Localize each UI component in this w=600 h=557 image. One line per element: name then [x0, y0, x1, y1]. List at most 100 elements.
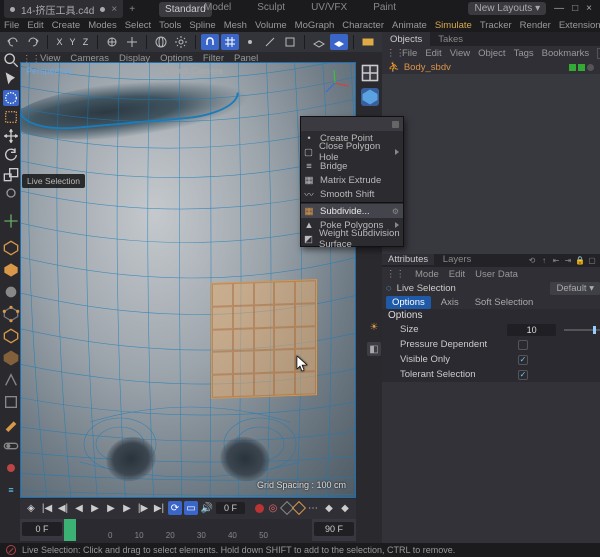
globe-icon[interactable]: [152, 34, 170, 50]
model-mode-icon[interactable]: [3, 262, 19, 278]
tab-options[interactable]: Options: [386, 296, 431, 309]
marker-icon[interactable]: ◈: [24, 501, 38, 515]
prev-frame-icon[interactable]: ◀: [72, 501, 86, 515]
vm-options[interactable]: Options: [160, 53, 193, 64]
recent-tool-icon[interactable]: [3, 185, 19, 201]
close-tab-icon[interactable]: ×: [111, 4, 117, 15]
prev-key-icon[interactable]: ◀|: [56, 501, 70, 515]
attr-lock-icon[interactable]: 🔒: [575, 256, 585, 266]
size-field[interactable]: 10: [507, 324, 556, 336]
range-start-field[interactable]: 0 F: [22, 522, 62, 536]
attr-mode[interactable]: Mode: [415, 269, 439, 280]
fx-icon[interactable]: ≡: [3, 482, 19, 498]
snap-grid-icon[interactable]: [221, 34, 239, 50]
ws-uv[interactable]: UV/VFX: [311, 2, 347, 13]
disable-icon[interactable]: [6, 545, 16, 555]
scale-icon[interactable]: [3, 166, 19, 182]
ws-sculpt[interactable]: Sculpt: [257, 2, 285, 13]
snap-edge-icon[interactable]: [261, 34, 279, 50]
preset-dropdown[interactable]: Default ▾: [550, 282, 600, 295]
vm-cameras[interactable]: Cameras: [70, 53, 109, 64]
ctx-matrix-extrude[interactable]: ▦Matrix Extrude: [301, 173, 403, 187]
ws-paint[interactable]: Paint: [373, 2, 396, 13]
menu-extensions[interactable]: Extensions: [559, 20, 600, 31]
vm-display[interactable]: Display: [119, 53, 150, 64]
texture-mode-icon[interactable]: [3, 284, 19, 300]
ctx-smooth-shift[interactable]: 〰Smooth Shift: [301, 187, 403, 201]
range-end-field[interactable]: 90 F: [314, 522, 354, 536]
cursor-tool-icon[interactable]: [3, 71, 19, 87]
workplane-follow-icon[interactable]: [330, 34, 348, 50]
move-icon[interactable]: [3, 128, 19, 144]
snap-point-icon[interactable]: [241, 34, 259, 50]
toggle-icon[interactable]: [3, 438, 19, 454]
object-name[interactable]: Body_sbdv: [404, 62, 451, 73]
add-tab-button[interactable]: +: [123, 4, 141, 15]
live-selection-icon[interactable]: [3, 90, 19, 106]
rect-select-icon[interactable]: [3, 109, 19, 125]
rotate-icon[interactable]: [3, 147, 19, 163]
attr-nav2-icon[interactable]: ↑: [539, 256, 549, 266]
go-end-icon[interactable]: ▶|: [152, 501, 166, 515]
go-start-icon[interactable]: |◀: [40, 501, 54, 515]
tab-attributes[interactable]: Attributes: [382, 254, 434, 265]
current-frame-field[interactable]: 0 F: [216, 502, 245, 514]
attr-edit[interactable]: Edit: [449, 269, 465, 280]
vm-panel[interactable]: Panel: [234, 53, 258, 64]
menu-tools[interactable]: Tools: [159, 20, 181, 31]
obj-file[interactable]: File: [402, 48, 417, 59]
axis-mode-icon[interactable]: [3, 372, 19, 388]
tolerant-checkbox[interactable]: ✓: [518, 370, 528, 380]
polygon-mode-icon[interactable]: [3, 350, 19, 366]
context-menu-header[interactable]: [301, 117, 403, 131]
play-back-icon[interactable]: ▶: [88, 501, 102, 515]
camera-label[interactable]: Default Camera: [160, 66, 223, 76]
tab-objects[interactable]: Objects: [382, 32, 430, 46]
obj-bookmarks[interactable]: Bookmarks: [542, 48, 590, 59]
brush-icon[interactable]: [3, 416, 19, 432]
snap-misc-icon[interactable]: [281, 34, 299, 50]
ctx-close-hole[interactable]: ▢Close Polygon Hole: [301, 145, 403, 159]
view-layout-icon[interactable]: [361, 64, 379, 82]
window-max[interactable]: □: [572, 3, 578, 14]
play-icon[interactable]: ▶: [104, 501, 118, 515]
vis-editor-dot[interactable]: [569, 64, 576, 71]
axis-z[interactable]: Z: [79, 37, 92, 47]
axis-lock-icon[interactable]: [3, 213, 19, 229]
menu-mesh[interactable]: Mesh: [224, 20, 247, 31]
brightness-icon[interactable]: ☀: [367, 320, 381, 334]
menu-tracker[interactable]: Tracker: [480, 20, 512, 31]
visible-checkbox[interactable]: ✓: [518, 355, 528, 365]
ctx-subdivide[interactable]: ▦Subdivide...⚙: [301, 204, 403, 218]
axis-x[interactable]: X: [53, 37, 66, 47]
tab-soft-selection[interactable]: Soft Selection: [469, 296, 540, 309]
point-mode-icon[interactable]: [3, 306, 19, 322]
grip-icon[interactable]: ⋮⋮: [386, 48, 394, 59]
timeline-track[interactable]: 0 F 0 10 20 30 40 50 90 F: [20, 519, 356, 541]
make-editable-icon[interactable]: [3, 240, 19, 256]
loop-icon[interactable]: ⟳: [168, 501, 182, 515]
tab-layers[interactable]: Layers: [437, 254, 478, 265]
menu-spline[interactable]: Spline: [189, 20, 215, 31]
next-frame-icon[interactable]: ▶: [120, 501, 134, 515]
axis-gizmo[interactable]: [320, 68, 350, 98]
attr-nav3-icon[interactable]: ⇤: [551, 256, 561, 266]
menu-edit[interactable]: Edit: [27, 20, 43, 31]
redo-icon[interactable]: [24, 34, 42, 50]
menu-mograph[interactable]: MoGraph: [295, 20, 335, 31]
object-tree-row[interactable]: ⛹ Body_sbdv: [382, 60, 600, 74]
menu-animate[interactable]: Animate: [392, 20, 427, 31]
vm-filter[interactable]: Filter: [203, 53, 224, 64]
context-pin-icon[interactable]: [392, 121, 399, 128]
next-key-icon[interactable]: |▶: [136, 501, 150, 515]
viewport-solo-icon[interactable]: [3, 394, 19, 410]
pressure-checkbox[interactable]: [518, 340, 528, 350]
edge-mode-icon[interactable]: [3, 328, 19, 344]
record-icon[interactable]: [3, 460, 19, 476]
keyopts2-icon[interactable]: ◆: [322, 501, 336, 515]
obj-view[interactable]: View: [450, 48, 470, 59]
new-layouts-button[interactable]: New Layouts ▾: [468, 2, 546, 15]
tag-phong-icon[interactable]: [587, 64, 594, 71]
attr-nav4-icon[interactable]: ⇥: [563, 256, 573, 266]
record-icon[interactable]: [255, 504, 264, 513]
